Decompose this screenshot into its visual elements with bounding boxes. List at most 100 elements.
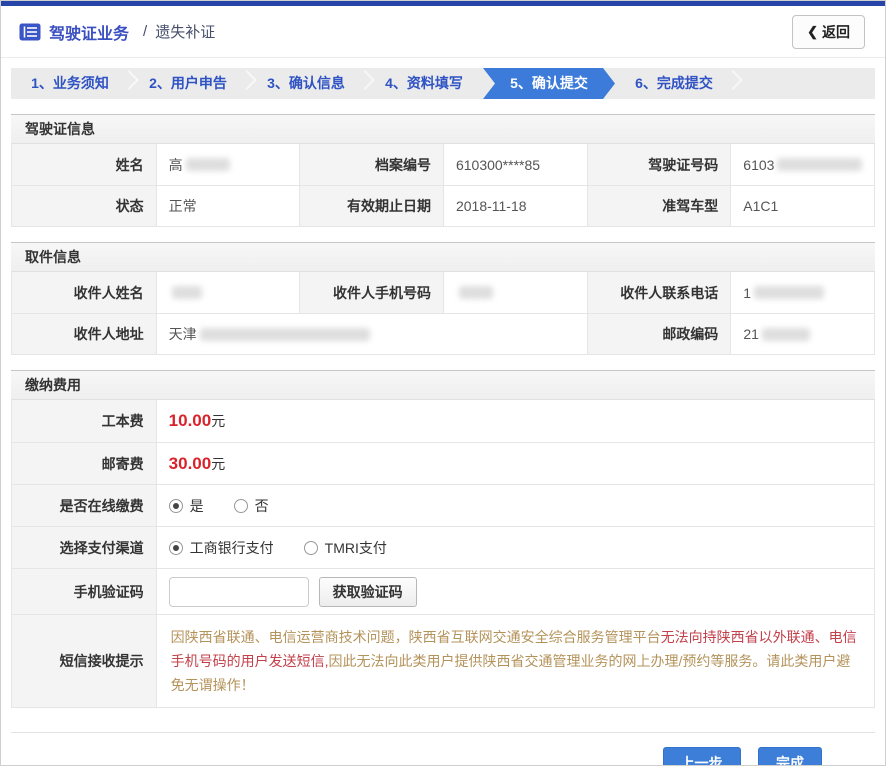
license-number-label: 驾驶证号码 [587,144,731,185]
online-pay-options: 是 否 [156,485,874,526]
online-pay-yes-label[interactable]: 是 [190,496,204,516]
table-row: 收件人姓名 收件人手机号码 收件人联系电话 1 [12,272,874,313]
postal-code-value: 21 [730,314,874,354]
production-fee-amount: 10.00 [169,411,212,431]
step-5-confirm-submit[interactable]: 5、确认提交 [483,68,615,99]
license-info-section: 驾驶证信息 姓名 高 档案编号 610300****85 驾驶证号码 6103 … [11,114,875,227]
file-number-label: 档案编号 [299,144,443,185]
valid-until-value: 2018-11-18 [443,186,587,226]
recipient-phone-value: 1 [730,272,874,313]
step-3-confirm-info[interactable]: 3、确认信息 [247,68,365,99]
recipient-address-value-text: 天津 [169,324,197,344]
production-fee-value: 10.00元 [156,400,874,442]
sms-code-input[interactable] [169,577,309,607]
radio-no-icon[interactable] [234,499,248,513]
payment-section-title: 缴纳费用 [11,370,875,400]
license-number-value-text: 6103 [743,157,774,173]
recipient-phone-label: 收件人联系电话 [587,272,731,313]
recipient-mobile-label: 收件人手机号码 [299,272,443,313]
pickup-info-section: 取件信息 收件人姓名 收件人手机号码 收件人联系电话 1 [11,242,875,355]
pickup-info-table: 收件人姓名 收件人手机号码 收件人联系电话 1 收件人地址 [11,272,875,355]
table-row: 选择支付渠道 工商银行支付 TMRI支付 [12,526,874,568]
table-row: 姓名 高 档案编号 610300****85 驾驶证号码 6103 [12,144,874,185]
step-1-business-notice[interactable]: 1、业务须知 [11,68,129,99]
form-list-icon [19,23,41,41]
recipient-name-value [156,272,300,313]
recipient-address-label: 收件人地址 [12,314,156,354]
step-4-fill-materials[interactable]: 4、资料填写 [365,68,483,99]
status-value: 正常 [156,186,300,226]
pay-channel-icbc-label[interactable]: 工商银行支付 [190,538,274,558]
recipient-address-value: 天津 [156,314,587,354]
redaction-blur [186,158,230,171]
mailing-fee-unit: 元 [211,454,225,474]
table-row: 手机验证码 获取验证码 [12,568,874,614]
pay-channel-option-icbc[interactable]: 工商银行支付 [169,538,274,558]
pay-channel-option-tmri[interactable]: TMRI支付 [304,538,387,558]
step-wizard: 1、业务须知 2、用户申告 3、确认信息 4、资料填写 5、确认提交 6、完成提… [11,68,875,99]
step-bar-filler [733,68,875,99]
recipient-name-label: 收件人姓名 [12,272,156,313]
online-pay-option-yes[interactable]: 是 [169,496,204,516]
get-sms-code-button[interactable]: 获取验证码 [319,577,417,607]
radio-yes-icon[interactable] [169,499,183,513]
redaction-blur [762,328,810,341]
back-chevron-icon: ❮ [807,24,818,40]
table-row: 邮寄费 30.00元 [12,442,874,484]
redaction-blur [200,328,370,341]
footer-actions: 上一步 完成 [11,732,875,766]
mailing-fee-amount: 30.00 [169,454,212,474]
status-label: 状态 [12,186,156,226]
table-row: 工本费 10.00元 [12,400,874,442]
breadcrumb-separator: / [143,23,147,40]
back-button-label: 返回 [822,22,850,42]
notice-part-1: 因陕西省联通、电信运营商技术问题，陕西省互联网交通安全综合服务管理平台 [171,629,661,645]
vehicle-class-value: A1C1 [730,186,874,226]
redaction-blur [459,286,493,299]
sms-notice-label: 短信接收提示 [12,615,156,707]
pay-channel-tmri-label[interactable]: TMRI支付 [325,538,387,558]
name-value: 高 [156,144,300,185]
valid-until-label: 有效期止日期 [299,186,443,226]
previous-step-button[interactable]: 上一步 [663,747,741,766]
breadcrumb: 驾驶证业务 / 遗失补证 [19,20,215,44]
back-button[interactable]: ❮ 返回 [792,15,865,49]
step-2-user-declaration[interactable]: 2、用户申告 [129,68,247,99]
vehicle-class-label: 准驾车型 [587,186,731,226]
postal-code-label: 邮政编码 [587,314,731,354]
online-pay-label: 是否在线缴费 [12,485,156,526]
radio-tmri-icon[interactable] [304,541,318,555]
redaction-blur [754,286,824,299]
pay-channel-options: 工商银行支付 TMRI支付 [156,527,874,568]
postal-code-value-text: 21 [743,326,759,342]
file-number-value: 610300****85 [443,144,587,185]
sms-notice-text: 因陕西省联通、电信运营商技术问题，陕西省互联网交通安全综合服务管理平台无法向持陕… [156,615,874,707]
page: 驾驶证业务 / 遗失补证 ❮ 返回 1、业务须知 2、用户申告 3、确认信息 4… [0,0,886,766]
online-pay-no-label[interactable]: 否 [255,496,269,516]
finish-button[interactable]: 完成 [758,747,822,766]
mailing-fee-value: 30.00元 [156,443,874,484]
license-section-title: 驾驶证信息 [11,114,875,144]
sms-code-label: 手机验证码 [12,569,156,614]
name-label: 姓名 [12,144,156,185]
license-number-value: 6103 [730,144,874,185]
sms-code-field: 获取验证码 [156,569,874,614]
table-row: 短信接收提示 因陕西省联通、电信运营商技术问题，陕西省互联网交通安全综合服务管理… [12,614,874,707]
table-row: 是否在线缴费 是 否 [12,484,874,526]
table-row: 状态 正常 有效期止日期 2018-11-18 准驾车型 A1C1 [12,185,874,226]
step-6-complete-submit[interactable]: 6、完成提交 [615,68,733,99]
pay-channel-label: 选择支付渠道 [12,527,156,568]
name-value-text: 高 [169,155,183,175]
header: 驾驶证业务 / 遗失补证 ❮ 返回 [1,6,885,58]
radio-icbc-icon[interactable] [169,541,183,555]
recipient-phone-value-text: 1 [743,285,751,301]
pickup-section-title: 取件信息 [11,242,875,272]
table-row: 收件人地址 天津 邮政编码 21 [12,313,874,354]
payment-table: 工本费 10.00元 邮寄费 30.00元 是否在线缴费 是 [11,400,875,708]
page-subtitle: 遗失补证 [155,21,215,42]
redaction-blur [777,158,862,171]
online-pay-option-no[interactable]: 否 [234,496,269,516]
production-fee-unit: 元 [211,411,225,431]
redaction-blur [172,286,202,299]
license-info-table: 姓名 高 档案编号 610300****85 驾驶证号码 6103 状态 正常 … [11,144,875,227]
